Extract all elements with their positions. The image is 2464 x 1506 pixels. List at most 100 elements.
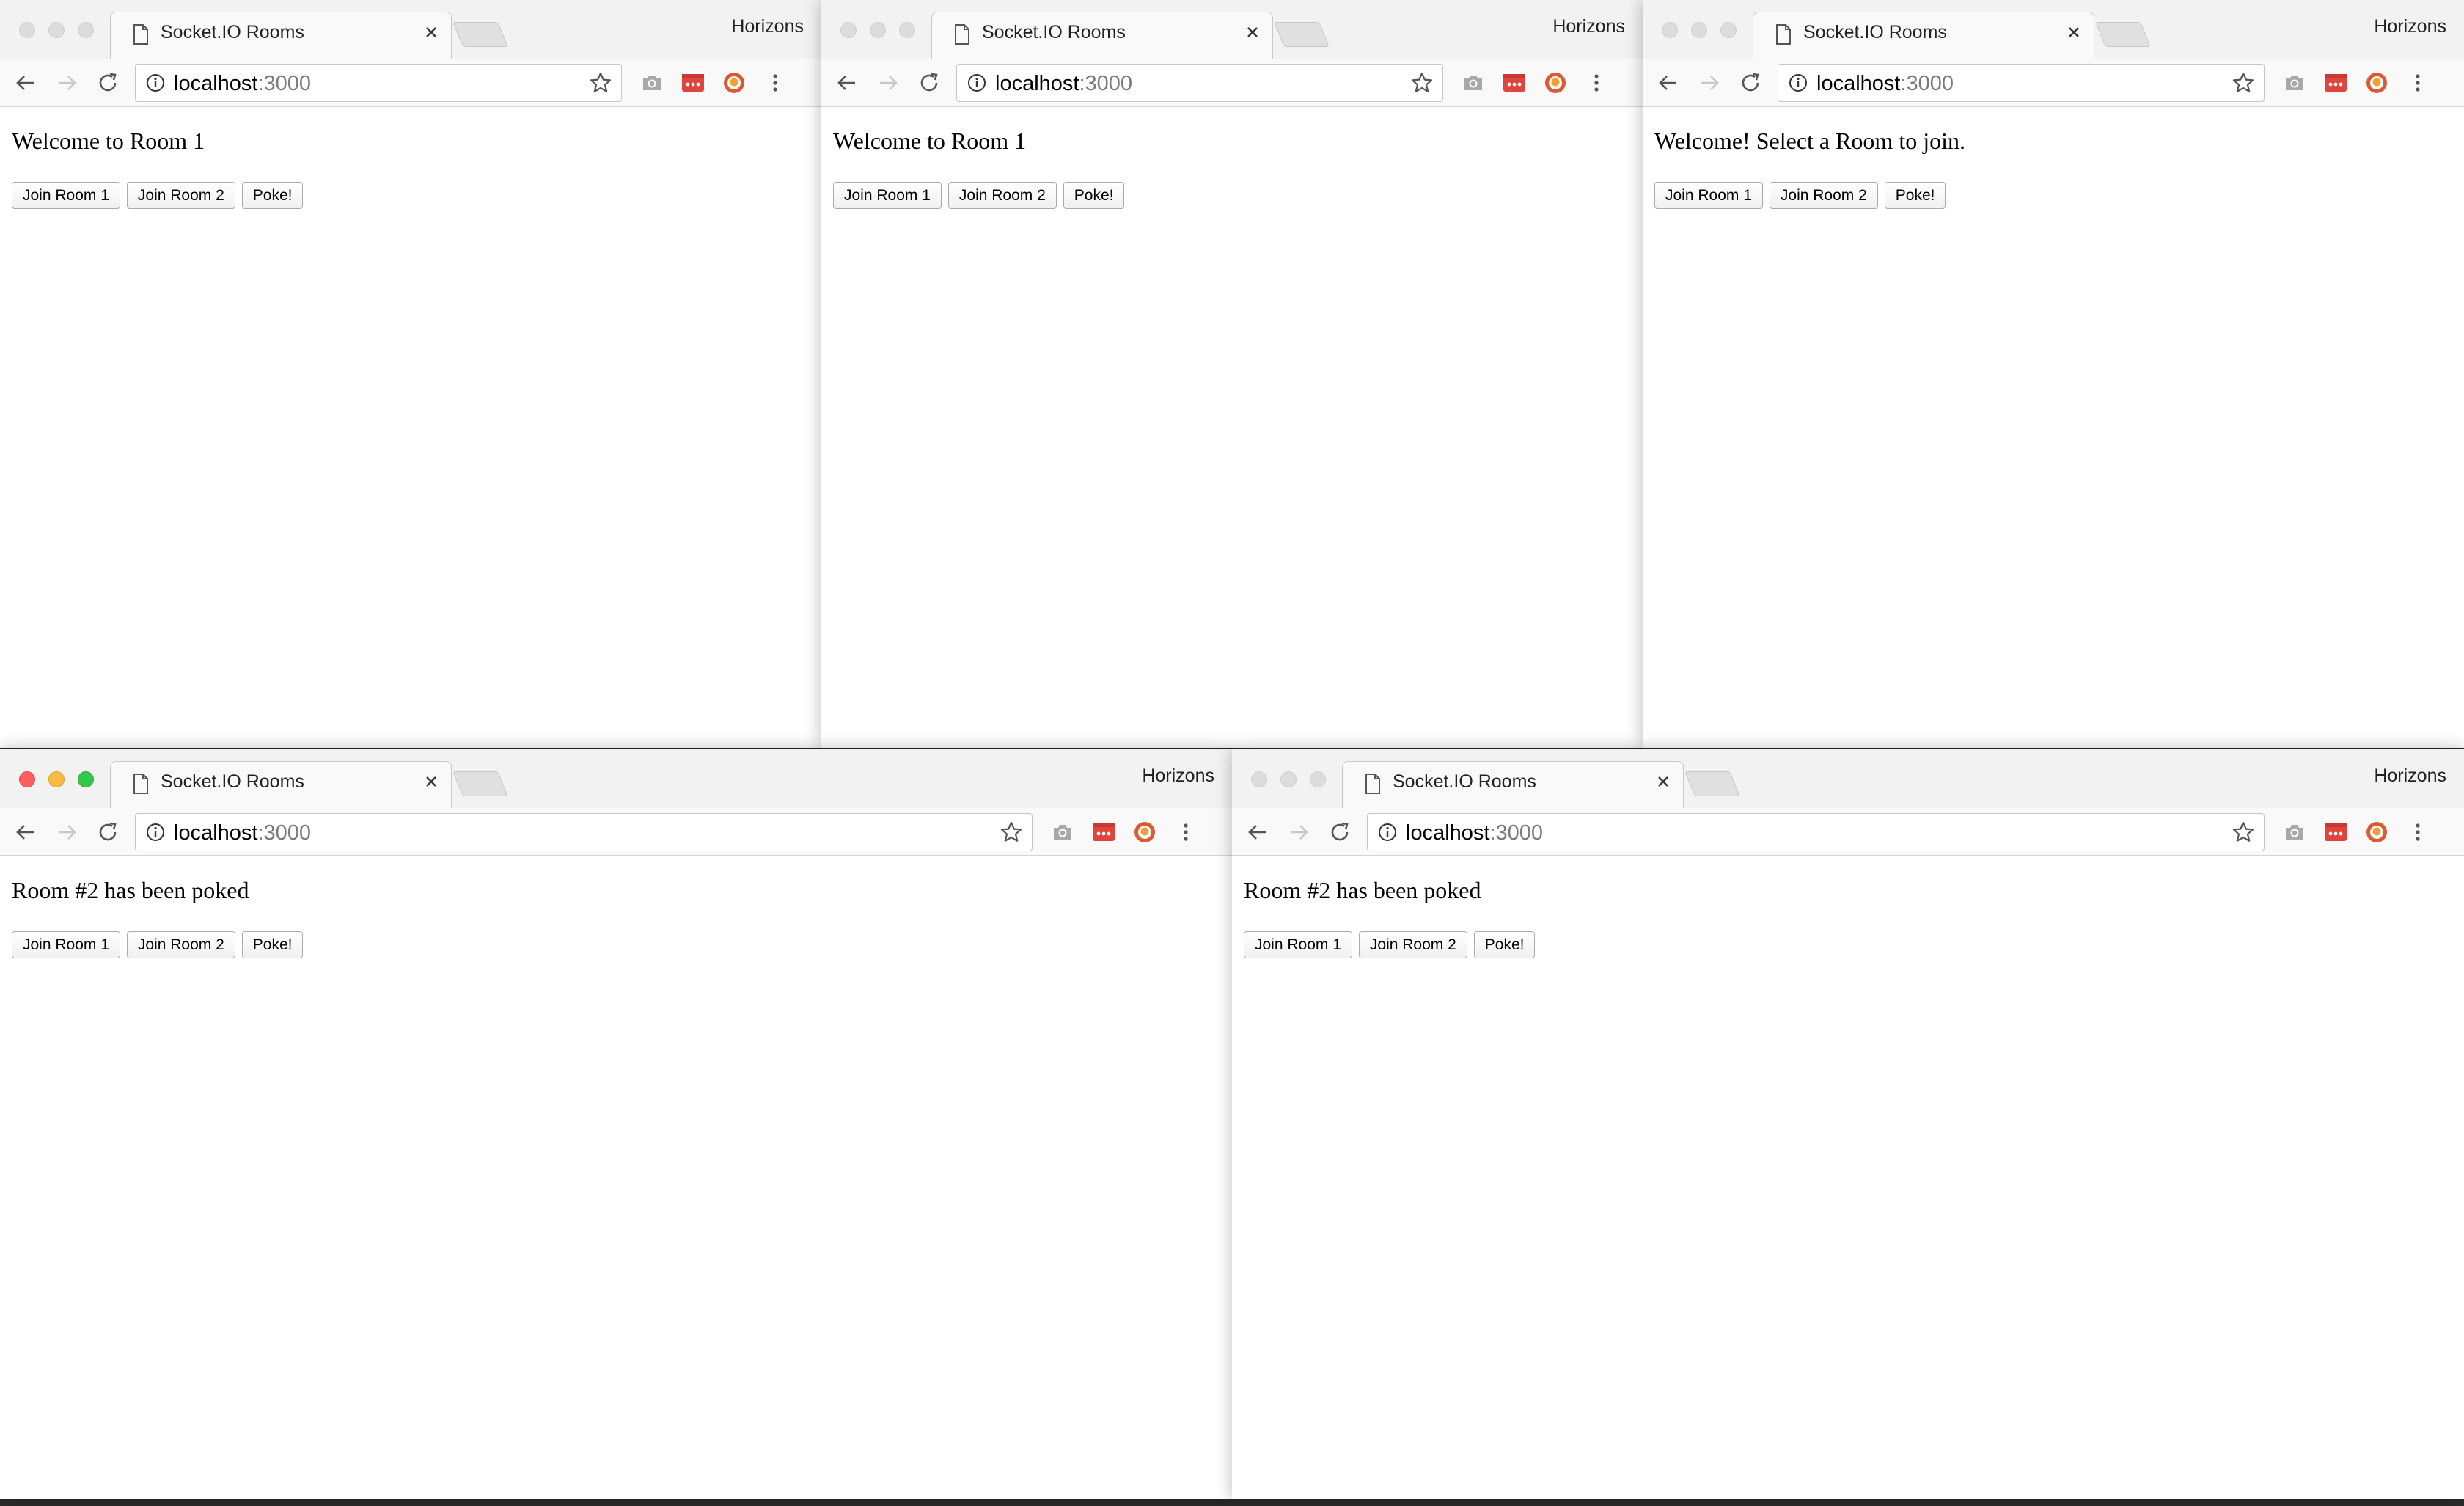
duckduckgo-icon[interactable] bbox=[722, 70, 747, 95]
minimize-window-button[interactable] bbox=[48, 22, 65, 38]
back-arrow-icon[interactable] bbox=[835, 70, 859, 95]
address-bar[interactable]: localhost:3000 bbox=[1778, 64, 2265, 102]
reload-icon[interactable] bbox=[95, 820, 120, 845]
close-icon[interactable] bbox=[1654, 772, 1673, 791]
camera-icon[interactable] bbox=[2282, 70, 2307, 95]
close-window-button[interactable] bbox=[1662, 22, 1678, 38]
close-icon[interactable] bbox=[1243, 23, 1262, 42]
camera-icon[interactable] bbox=[1461, 70, 1486, 95]
forward-arrow-icon[interactable] bbox=[54, 70, 79, 95]
minimize-window-button[interactable] bbox=[870, 22, 886, 38]
back-arrow-icon[interactable] bbox=[1245, 820, 1270, 845]
profile-name[interactable]: Horizons bbox=[2374, 765, 2446, 787]
address-bar[interactable]: localhost:3000 bbox=[135, 64, 622, 102]
close-window-button[interactable] bbox=[19, 771, 35, 787]
camera-icon[interactable] bbox=[1050, 820, 1075, 845]
forward-arrow-icon[interactable] bbox=[54, 820, 79, 845]
minimize-window-button[interactable] bbox=[48, 771, 65, 787]
profile-name[interactable]: Horizons bbox=[2374, 16, 2446, 37]
poke-button[interactable]: Poke! bbox=[1884, 182, 1946, 209]
browser-tab[interactable]: Socket.IO Rooms bbox=[1753, 12, 2094, 59]
url-text[interactable]: localhost:3000 bbox=[1406, 821, 1543, 845]
new-tab-button[interactable] bbox=[452, 771, 508, 796]
join-room-2-button[interactable]: Join Room 2 bbox=[126, 182, 235, 209]
info-icon[interactable] bbox=[1378, 823, 1397, 842]
zoom-window-button[interactable] bbox=[1310, 771, 1326, 787]
new-tab-button[interactable] bbox=[1684, 771, 1740, 796]
close-window-button[interactable] bbox=[19, 22, 35, 38]
address-bar[interactable]: localhost:3000 bbox=[135, 813, 1033, 851]
duckduckgo-icon[interactable] bbox=[2364, 70, 2389, 95]
menu-dots-icon[interactable] bbox=[2405, 70, 2430, 95]
join-room-1-button[interactable]: Join Room 1 bbox=[833, 182, 942, 209]
menu-dots-icon[interactable] bbox=[2405, 820, 2430, 845]
reload-icon[interactable] bbox=[95, 70, 120, 95]
password-manager-icon[interactable] bbox=[2323, 70, 2348, 95]
close-window-button[interactable] bbox=[840, 22, 857, 38]
menu-dots-icon[interactable] bbox=[1173, 820, 1198, 845]
close-icon[interactable] bbox=[422, 23, 441, 42]
join-room-2-button[interactable]: Join Room 2 bbox=[1769, 182, 1878, 209]
zoom-window-button[interactable] bbox=[899, 22, 915, 38]
camera-icon[interactable] bbox=[639, 70, 664, 95]
reload-icon[interactable] bbox=[1327, 820, 1352, 845]
poke-button[interactable]: Poke! bbox=[1063, 182, 1125, 209]
duckduckgo-icon[interactable] bbox=[1543, 70, 1568, 95]
url-text[interactable]: localhost:3000 bbox=[995, 72, 1132, 96]
reload-icon[interactable] bbox=[917, 70, 942, 95]
forward-arrow-icon[interactable] bbox=[1286, 820, 1311, 845]
password-manager-icon[interactable] bbox=[2323, 820, 2348, 845]
join-room-1-button[interactable]: Join Room 1 bbox=[1244, 931, 1352, 958]
forward-arrow-icon[interactable] bbox=[1697, 70, 1722, 95]
new-tab-button[interactable] bbox=[1274, 22, 1330, 47]
info-icon[interactable] bbox=[967, 73, 986, 92]
password-manager-icon[interactable] bbox=[681, 70, 705, 95]
browser-tab[interactable]: Socket.IO Rooms bbox=[931, 12, 1273, 59]
info-icon[interactable] bbox=[146, 73, 165, 92]
join-room-1-button[interactable]: Join Room 1 bbox=[12, 931, 120, 958]
reload-icon[interactable] bbox=[1738, 70, 1763, 95]
profile-name[interactable]: Horizons bbox=[1142, 765, 1214, 787]
password-manager-icon[interactable] bbox=[1502, 70, 1527, 95]
join-room-2-button[interactable]: Join Room 2 bbox=[126, 931, 235, 958]
star-icon[interactable] bbox=[2232, 71, 2255, 95]
menu-dots-icon[interactable] bbox=[763, 70, 788, 95]
zoom-window-button[interactable] bbox=[78, 771, 94, 787]
browser-tab[interactable]: Socket.IO Rooms bbox=[110, 761, 452, 808]
close-icon[interactable] bbox=[422, 772, 441, 791]
info-icon[interactable] bbox=[146, 823, 165, 842]
new-tab-button[interactable] bbox=[2095, 22, 2151, 47]
poke-button[interactable]: Poke! bbox=[1473, 931, 1536, 958]
star-icon[interactable] bbox=[1000, 820, 1023, 844]
url-text[interactable]: localhost:3000 bbox=[174, 72, 311, 96]
info-icon[interactable] bbox=[1789, 73, 1808, 92]
profile-name[interactable]: Horizons bbox=[1552, 16, 1625, 37]
minimize-window-button[interactable] bbox=[1691, 22, 1707, 38]
new-tab-button[interactable] bbox=[452, 22, 508, 47]
browser-tab[interactable]: Socket.IO Rooms bbox=[1342, 761, 1684, 808]
address-bar[interactable]: localhost:3000 bbox=[956, 64, 1443, 102]
back-arrow-icon[interactable] bbox=[13, 70, 38, 95]
url-text[interactable]: localhost:3000 bbox=[1816, 72, 1954, 96]
duckduckgo-icon[interactable] bbox=[2364, 820, 2389, 845]
star-icon[interactable] bbox=[589, 71, 612, 95]
url-text[interactable]: localhost:3000 bbox=[174, 821, 311, 845]
zoom-window-button[interactable] bbox=[78, 22, 94, 38]
profile-name[interactable]: Horizons bbox=[731, 16, 804, 37]
close-window-button[interactable] bbox=[1251, 771, 1267, 787]
minimize-window-button[interactable] bbox=[1280, 771, 1297, 787]
star-icon[interactable] bbox=[1410, 71, 1434, 95]
duckduckgo-icon[interactable] bbox=[1132, 820, 1157, 845]
forward-arrow-icon[interactable] bbox=[876, 70, 901, 95]
join-room-1-button[interactable]: Join Room 1 bbox=[1654, 182, 1763, 209]
star-icon[interactable] bbox=[2232, 820, 2255, 844]
menu-dots-icon[interactable] bbox=[1584, 70, 1609, 95]
join-room-2-button[interactable]: Join Room 2 bbox=[947, 182, 1057, 209]
camera-icon[interactable] bbox=[2282, 820, 2307, 845]
password-manager-icon[interactable] bbox=[1091, 820, 1116, 845]
close-icon[interactable] bbox=[2064, 23, 2083, 42]
join-room-1-button[interactable]: Join Room 1 bbox=[12, 182, 120, 209]
back-arrow-icon[interactable] bbox=[1656, 70, 1681, 95]
address-bar[interactable]: localhost:3000 bbox=[1367, 813, 2265, 851]
back-arrow-icon[interactable] bbox=[13, 820, 38, 845]
